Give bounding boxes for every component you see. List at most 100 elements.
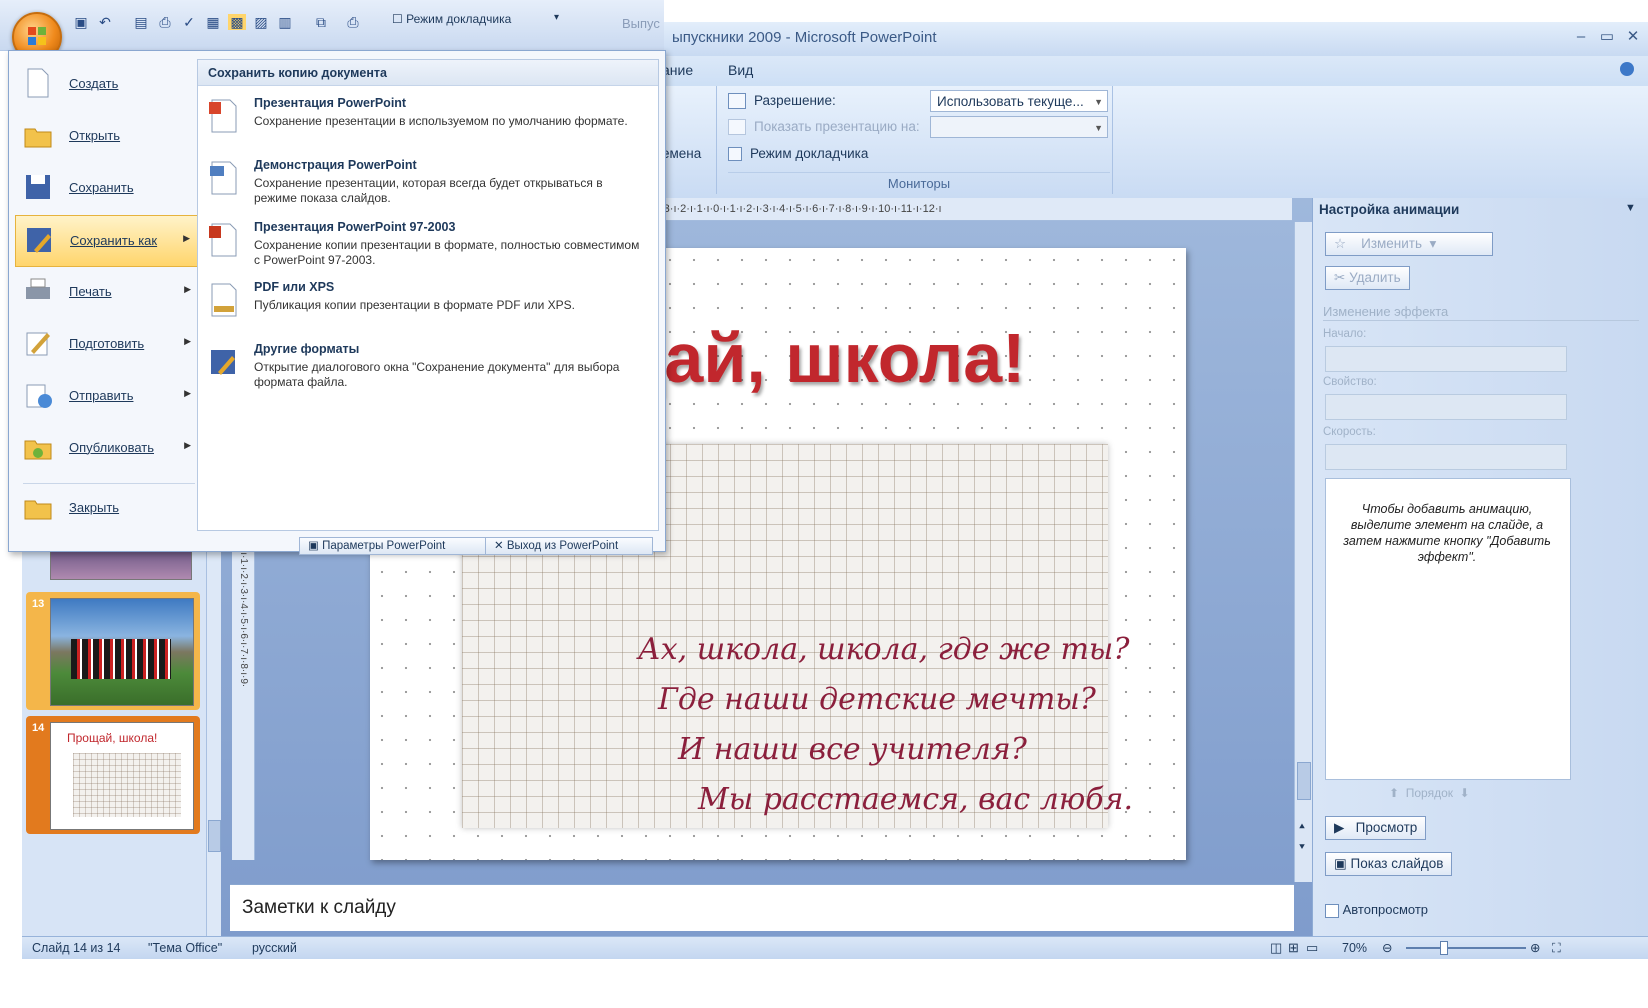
print-icon[interactable]: ⎙ — [344, 14, 362, 30]
normal-view-icon[interactable]: ◫ — [1270, 937, 1282, 959]
move-down-icon[interactable]: ⬇ — [1460, 786, 1470, 800]
notes-pane[interactable]: Заметки к слайду — [230, 884, 1294, 931]
slide-thumbnail-14[interactable]: 14 Прощай, школа! — [26, 716, 200, 834]
layout-icon[interactable]: ▥ — [276, 14, 294, 30]
submenu-title: Сохранить копию документа — [198, 60, 658, 86]
show-on-label: Показать презентацию на: — [754, 119, 920, 134]
group-separator — [1112, 86, 1113, 194]
maximize-button[interactable]: ▭ — [1594, 26, 1620, 48]
sorter-view-icon[interactable]: ⊞ — [1288, 937, 1299, 959]
scroll-thumb[interactable] — [1297, 762, 1311, 800]
language-indicator[interactable]: русский — [252, 937, 297, 959]
task-pane-title: Настройка анимации — [1319, 202, 1460, 217]
save-as-icon[interactable]: ▩ — [228, 14, 246, 30]
zoom-slider[interactable] — [1406, 941, 1526, 955]
speed-select[interactable] — [1325, 444, 1567, 470]
fit-window-icon[interactable]: ⛶ — [1552, 937, 1561, 959]
slideshow-button[interactable]: ▣ Показ слайдов — [1325, 852, 1453, 876]
presenter-checkbox[interactable] — [728, 147, 742, 162]
printer-icon — [26, 278, 50, 299]
zoom-out-icon[interactable]: ⊖ — [1382, 937, 1392, 959]
table-icon[interactable]: ▦ — [204, 14, 222, 30]
submenu-item-ppt97[interactable]: Презентация PowerPoint 97-2003 Сохранени… — [208, 220, 648, 280]
thumb-caption: Прощай, школа! — [67, 731, 158, 745]
office-menu-commands: Создать Открыть Сохранить Сохранить как … — [15, 59, 199, 535]
zoom-level[interactable]: 70% — [1342, 937, 1367, 959]
spelling-icon[interactable]: ✓ — [180, 14, 198, 30]
property-select[interactable] — [1325, 394, 1567, 420]
prepare-icon — [26, 332, 50, 356]
menu-item-new[interactable]: Создать — [15, 59, 199, 111]
title-bar: ыпускники 2009 - Microsoft PowerPoint – … — [660, 22, 1648, 57]
menu-item-print[interactable]: Печать ▶ — [15, 267, 199, 319]
resolution-select[interactable]: Использовать текуще... ▼ — [930, 90, 1108, 112]
theme-name[interactable]: "Тема Office" — [148, 937, 222, 959]
zoom-slider-thumb[interactable] — [1440, 941, 1448, 955]
ribbon: емена Разрешение: Использовать текуще...… — [660, 86, 1648, 199]
office-logo-icon — [28, 27, 46, 45]
arrange-icon[interactable]: ⧉ — [312, 14, 330, 30]
show-on-select[interactable]: ▼ — [930, 116, 1108, 138]
menu-item-save[interactable]: Сохранить — [15, 163, 199, 215]
submenu-item-pptx[interactable]: Презентация PowerPoint Сохранение презен… — [208, 96, 648, 156]
star-icon: ☆ — [1334, 236, 1347, 251]
menu-item-save-as[interactable]: Сохранить как ▶ — [15, 215, 199, 267]
slide-title[interactable]: дай, школа! — [620, 318, 1186, 398]
scroll-thumb[interactable] — [208, 820, 221, 852]
menu-item-send[interactable]: Отправить ▶ — [15, 371, 199, 423]
slide-scrollbar[interactable]: ⯅ ⯆ — [1294, 222, 1313, 882]
undo-icon[interactable]: ↶ — [96, 14, 114, 30]
ppsx-file-icon — [210, 161, 237, 195]
submenu-item-other-formats[interactable]: Другие форматы Открытие диалогового окна… — [208, 342, 648, 402]
menu-item-prepare[interactable]: Подготовить ▶ — [15, 319, 199, 371]
office-menu-footer: ▣ Параметры PowerPoint ✕ Выход из PowerP… — [299, 537, 659, 555]
publish-icon — [24, 440, 52, 460]
print-preview-icon[interactable]: ⎙ — [156, 14, 174, 30]
speed-label: Скорость: — [1323, 426, 1376, 438]
start-select[interactable] — [1325, 346, 1567, 372]
status-bar: Слайд 14 из 14 "Тема Office" русский ◫ ⊞… — [22, 936, 1648, 959]
slide-thumbnail-13[interactable]: 13 — [26, 592, 200, 710]
powerpoint-options-button[interactable]: ▣ Параметры PowerPoint — [299, 537, 487, 555]
exit-powerpoint-button[interactable]: ✕ Выход из PowerPoint — [485, 537, 653, 555]
save-icon[interactable]: ▣ — [72, 14, 90, 30]
move-up-icon[interactable]: ⬆ — [1389, 786, 1399, 800]
other-formats-icon — [211, 350, 235, 375]
start-label: Начало: — [1323, 328, 1367, 340]
chevron-right-icon: ▶ — [184, 440, 191, 450]
customize-qat-icon[interactable]: ▾ — [554, 12, 559, 23]
submenu-item-pdf-xps[interactable]: PDF или XPS Публикация копии презентации… — [208, 280, 648, 340]
autopreview-checkbox[interactable] — [1325, 903, 1339, 918]
delete-icon: ✂ — [1334, 270, 1346, 285]
next-slide-icon[interactable]: ⯆ — [1298, 842, 1306, 853]
office-menu: Создать Открыть Сохранить Сохранить как … — [8, 50, 666, 555]
animation-list[interactable]: Чтобы добавить анимацию, выделите элемен… — [1325, 478, 1571, 780]
group-separator — [716, 86, 717, 194]
slides-scrollbar[interactable] — [206, 540, 221, 936]
prev-slide-icon[interactable]: ⯅ — [1298, 822, 1306, 833]
menu-item-open[interactable]: Открыть — [15, 111, 199, 163]
poem-line: Где наши детские мечты? — [658, 682, 1096, 717]
autopreview-row: Автопросмотр — [1325, 902, 1428, 918]
help-icon[interactable] — [1620, 62, 1634, 76]
pane-menu-icon[interactable]: ▼ — [1625, 202, 1636, 214]
qat-presenter-mode[interactable]: ☐ Режим докладчика — [392, 12, 511, 26]
delete-effect-button[interactable]: ✂ Удалить — [1325, 266, 1410, 290]
submenu-item-ppsx[interactable]: Демонстрация PowerPoint Сохранение презе… — [208, 158, 648, 218]
vertical-ruler: ·0·ı·1·ı·2·ı·3·ı·4·ı·5·ı·6·ı·7·ı·8·ı·9· — [232, 540, 255, 860]
preview-button[interactable]: ▶ Просмотр — [1325, 816, 1427, 840]
minimize-button[interactable]: – — [1568, 26, 1594, 48]
poem-line: Мы расстаемся, вас любя. — [698, 782, 1133, 817]
tab-view[interactable]: Вид — [728, 62, 753, 78]
menu-item-close[interactable]: Закрыть — [15, 483, 199, 535]
picture-icon[interactable]: ▨ — [252, 14, 270, 30]
new-slide-icon[interactable]: ▤ — [132, 14, 150, 30]
menu-item-publish[interactable]: Опубликовать ▶ — [15, 423, 199, 475]
tab-slideshow[interactable]: ание — [662, 62, 693, 78]
slideshow-view-icon[interactable]: ▭ — [1306, 937, 1318, 959]
change-effect-button[interactable]: ☆ Изменить ▾ — [1325, 232, 1493, 256]
slide-number: 14 — [32, 722, 45, 734]
zoom-in-icon[interactable]: ⊕ — [1530, 937, 1540, 959]
resolution-label: Разрешение: — [754, 93, 836, 108]
close-window-button[interactable]: ✕ — [1620, 26, 1646, 48]
